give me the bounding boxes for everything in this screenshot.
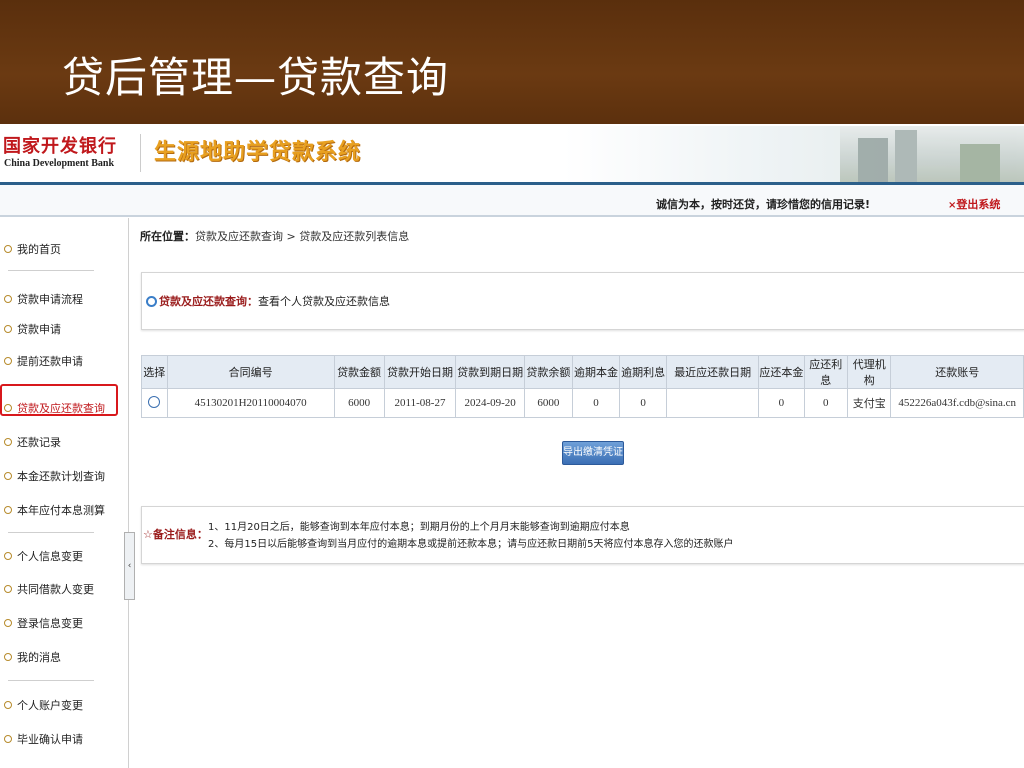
bullet-icon xyxy=(4,701,12,709)
sidebar-item[interactable]: 我的首页 xyxy=(4,241,61,257)
sidebar-item[interactable]: 毕业确认申请 xyxy=(4,731,83,747)
sidebar-item[interactable]: 共同借款人变更 xyxy=(4,581,94,597)
sidebar-item[interactable]: 贷款及应还款查询 xyxy=(4,400,105,416)
sidebar-item-label: 还款记录 xyxy=(17,436,61,449)
cell-contract-no: 45130201H20110004070 xyxy=(166,388,335,418)
bank-logo-name: 国家开发银行 xyxy=(3,136,117,157)
bullet-icon xyxy=(4,735,12,743)
table-row: 45130201H20110004070 6000 2011-08-27 2024-0… xyxy=(141,388,1024,418)
column-header[interactable]: 贷款到期日期 xyxy=(455,355,525,389)
bullet-icon xyxy=(4,438,12,446)
cell-balance: 6000 xyxy=(523,388,574,418)
row-select-cell xyxy=(141,388,168,418)
column-header[interactable]: 合同编号 xyxy=(166,355,335,389)
credit-slogan: 诚信为本，按时还贷，请珍惜您的信用记录! xyxy=(656,198,871,211)
sidebar-divider xyxy=(8,680,94,681)
sidebar-item-label: 个人信息变更 xyxy=(17,550,83,563)
bullet-icon xyxy=(4,404,12,412)
column-header[interactable]: 贷款余额 xyxy=(523,355,574,389)
query-panel-header: 贷款及应还款查询：查看个人贷款及应还款信息 xyxy=(146,293,390,309)
cell-agency: 支付宝 xyxy=(846,388,892,418)
bullet-icon xyxy=(4,506,12,514)
notes-label: ☆备注信息： xyxy=(143,526,208,542)
sidebar-item-label: 个人账户变更 xyxy=(17,699,83,712)
sidebar-divider xyxy=(8,270,94,271)
bullet-icon xyxy=(4,619,12,627)
note-line-2: 2、每月15日以后能够查询到当月应付的逾期本息或提前还款本息；请与应还款日期前5… xyxy=(208,539,734,550)
sidebar-item[interactable]: 登录信息变更 xyxy=(4,615,83,631)
sidebar-item-label: 贷款及应还款查询 xyxy=(17,402,105,415)
query-panel-desc: 查看个人贷款及应还款信息 xyxy=(258,295,390,308)
sidebar-item-label: 贷款申请 xyxy=(17,323,61,336)
star-icon: ☆ xyxy=(143,528,153,541)
bullet-icon xyxy=(4,295,12,303)
column-header[interactable]: 还款账号 xyxy=(890,355,1024,389)
column-header[interactable]: 逾期本金 xyxy=(571,355,621,389)
cell-due-interest: 0 xyxy=(803,388,848,418)
column-header[interactable]: 逾期利息 xyxy=(619,355,668,389)
info-bar xyxy=(0,185,1024,217)
bullet-icon xyxy=(146,295,157,307)
logout-label: 登出系统 xyxy=(956,198,1001,211)
note-line-1: 1、11月20日之后，能够查询到本年应付本息；到期月份的上个月月末能够查询到逾期… xyxy=(208,522,630,533)
column-header[interactable]: 最近应还款日期 xyxy=(666,355,760,389)
column-header[interactable]: 应还本金 xyxy=(758,355,805,389)
sidebar-item[interactable]: 本年应付本息测算 xyxy=(4,502,105,518)
cell-end-date: 2024-09-20 xyxy=(455,388,525,418)
sidebar-divider xyxy=(8,532,94,533)
header-divider xyxy=(140,134,141,172)
export-certificate-button[interactable]: 导出缴清凭证 xyxy=(562,441,624,465)
sidebar-item[interactable]: 个人信息变更 xyxy=(4,548,83,564)
bullet-icon xyxy=(4,585,12,593)
column-header[interactable]: 代理机构 xyxy=(846,355,892,389)
bullet-icon xyxy=(4,653,12,661)
bullet-icon xyxy=(4,325,12,333)
query-panel-title: 贷款及应还款查询： xyxy=(159,295,258,308)
breadcrumb-prefix: 所在位置： xyxy=(140,230,195,243)
bullet-icon xyxy=(4,472,12,480)
sidebar-item[interactable]: 贷款申请 xyxy=(4,321,61,337)
cell-start-date: 2011-08-27 xyxy=(383,388,457,418)
chevron-left-icon: ‹ xyxy=(127,561,132,571)
cell-due-principal: 0 xyxy=(758,388,805,418)
sidebar-item-label: 提前还款申请 xyxy=(17,355,83,368)
cell-overdue-interest: 0 xyxy=(619,388,668,418)
sidebar-item-label: 贷款申请流程 xyxy=(17,293,83,306)
sidebar-collapse-toggle[interactable]: ‹ xyxy=(124,532,135,600)
logout-button[interactable]: ×登出系统 xyxy=(948,196,1000,212)
sidebar-item[interactable]: 个人账户变更 xyxy=(4,697,83,713)
bullet-icon xyxy=(4,552,12,560)
cell-recent-due-date xyxy=(666,388,760,418)
cell-account: 452226a043f.cdb@sina.cn xyxy=(890,388,1024,418)
column-header[interactable]: 贷款开始日期 xyxy=(383,355,457,389)
sidebar-item-label: 本金还款计划查询 xyxy=(17,470,105,483)
column-header[interactable]: 选择 xyxy=(141,355,168,389)
breadcrumb-path: 贷款及应还款查询 > 贷款及应还款列表信息 xyxy=(195,230,410,243)
notes-label-text: 备注信息： xyxy=(152,528,208,541)
sidebar-item[interactable]: 本金还款计划查询 xyxy=(4,468,105,484)
breadcrumb: 所在位置：贷款及应还款查询 > 贷款及应还款列表信息 xyxy=(140,228,409,244)
system-title: 生源地助学贷款系统 xyxy=(154,139,362,165)
cell-overdue-principal: 0 xyxy=(571,388,621,418)
slide-title: 贷后管理—贷款查询 xyxy=(62,53,450,102)
column-header[interactable]: 应还利息 xyxy=(803,355,848,389)
bullet-icon xyxy=(4,357,12,365)
sidebar-item[interactable]: 提前还款申请 xyxy=(4,353,83,369)
row-select-radio[interactable] xyxy=(148,395,161,408)
bullet-icon xyxy=(4,245,12,253)
sidebar-item-label: 登录信息变更 xyxy=(17,617,83,630)
sidebar-item[interactable]: 贷款申请流程 xyxy=(4,291,83,307)
sidebar-item-label: 共同借款人变更 xyxy=(17,583,94,596)
sidebar-item[interactable]: 我的消息 xyxy=(4,649,61,665)
sidebar-item[interactable]: 还款记录 xyxy=(4,434,61,450)
bank-logo-english: China Development Bank xyxy=(4,158,115,169)
column-header[interactable]: 贷款金额 xyxy=(333,355,385,389)
cell-amount: 6000 xyxy=(333,388,385,418)
sidebar-item-label: 本年应付本息测算 xyxy=(17,504,105,517)
sidebar-item-label: 毕业确认申请 xyxy=(17,733,83,746)
sidebar-item-label: 我的消息 xyxy=(17,651,61,664)
loan-table: 选择 合同编号 贷款金额 贷款开始日期 贷款到期日期 贷款余额 逾期本金 逾期利息 最近应还款日… xyxy=(141,355,1024,418)
header-banner-image xyxy=(840,126,1024,182)
sidebar-item-label: 我的首页 xyxy=(17,243,61,256)
